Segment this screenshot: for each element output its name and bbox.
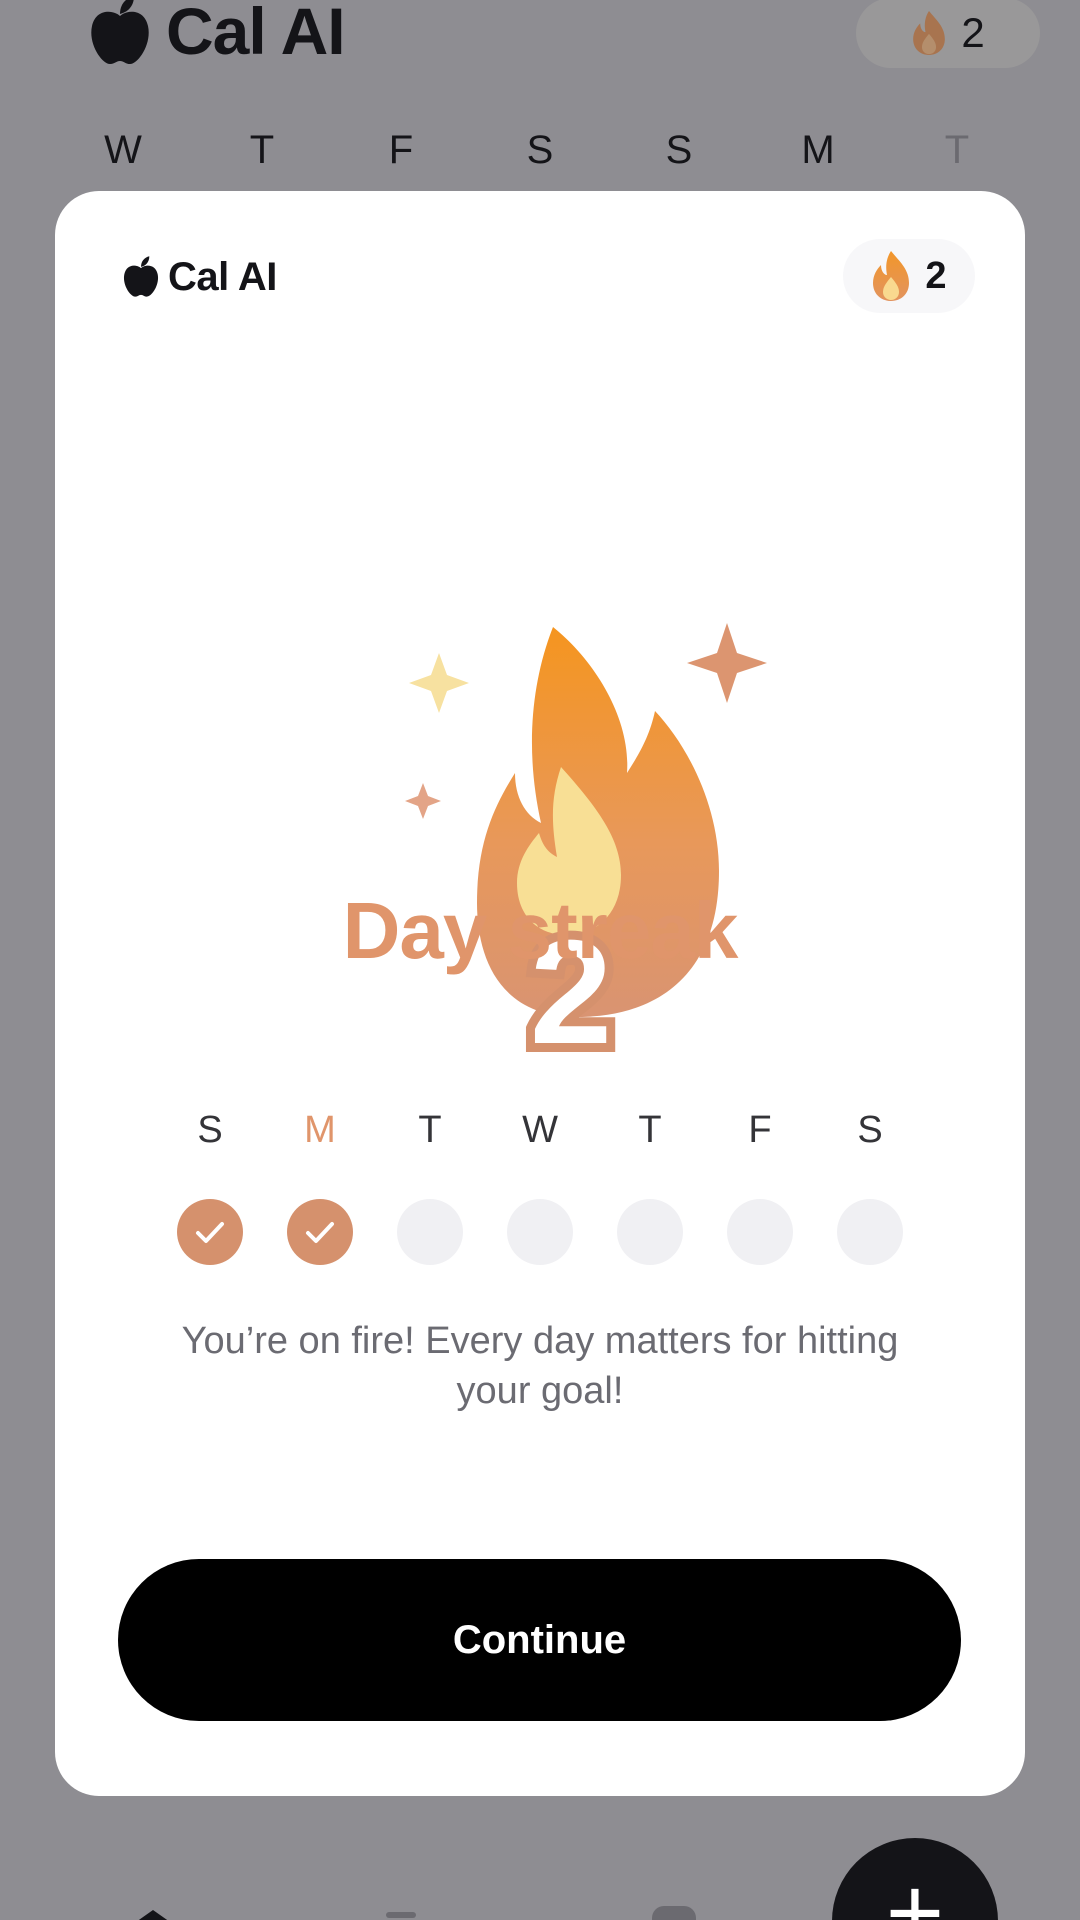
streak-title: Day streak: [342, 886, 739, 975]
apple-logo-icon: [88, 0, 152, 66]
day-dot: [727, 1199, 793, 1265]
app-logo: Cal AI: [88, 0, 346, 68]
streak-badge[interactable]: 2: [856, 0, 1040, 68]
sparkle-icon: [409, 653, 469, 713]
day-label: W: [522, 1109, 558, 1151]
home-tab-icon[interactable]: [136, 1910, 170, 1920]
streak-count: 2: [961, 9, 985, 56]
day-label: T: [638, 1109, 662, 1151]
week-day[interactable]: F: [361, 128, 441, 173]
plus-icon: +: [885, 1857, 945, 1920]
modal-logo: Cal AI: [122, 255, 277, 299]
week-day[interactable]: S: [639, 128, 719, 173]
sparkle-icon: [405, 783, 441, 819]
flame-icon: [911, 11, 947, 55]
modal-streak-badge: 2: [843, 239, 975, 313]
day-label-today: M: [304, 1109, 336, 1151]
weekday-labels: S M T W T F S: [55, 1111, 1025, 1161]
week-day[interactable]: S: [500, 128, 580, 173]
modal-streak-count: 2: [925, 254, 947, 297]
app-name: Cal AI: [166, 0, 346, 68]
day-dot-completed: [177, 1199, 243, 1265]
day-label: S: [197, 1109, 223, 1151]
week-day[interactable]: T: [917, 128, 997, 173]
day-dot: [397, 1199, 463, 1265]
apple-logo-icon: [122, 255, 160, 299]
progress-tab-icon[interactable]: [386, 1912, 416, 1918]
day-label: F: [748, 1109, 772, 1151]
add-button[interactable]: +: [832, 1838, 998, 1920]
continue-button[interactable]: Continue: [118, 1559, 961, 1721]
day-progress-dots: [55, 1199, 1025, 1265]
flame-icon: [871, 251, 911, 301]
week-strip: W T F S S M T: [0, 128, 1080, 178]
day-label: S: [857, 1109, 883, 1151]
settings-tab-icon[interactable]: [652, 1906, 696, 1920]
week-day[interactable]: W: [83, 128, 163, 173]
streak-message: You’re on fire! Every day matters for hi…: [181, 1320, 899, 1412]
modal-brand-name: Cal AI: [168, 255, 277, 299]
check-icon: [306, 1222, 334, 1243]
day-dot-completed: [287, 1199, 353, 1265]
day-dot: [837, 1199, 903, 1265]
streak-modal: Cal AI 2 2 Day streak S M T W T F S You’…: [55, 191, 1025, 1796]
week-day[interactable]: M: [778, 128, 858, 173]
day-dot: [507, 1199, 573, 1265]
week-day[interactable]: T: [222, 128, 302, 173]
check-icon: [196, 1222, 224, 1243]
day-dot: [617, 1199, 683, 1265]
sparkle-icon: [687, 623, 767, 703]
day-label: T: [418, 1109, 442, 1151]
